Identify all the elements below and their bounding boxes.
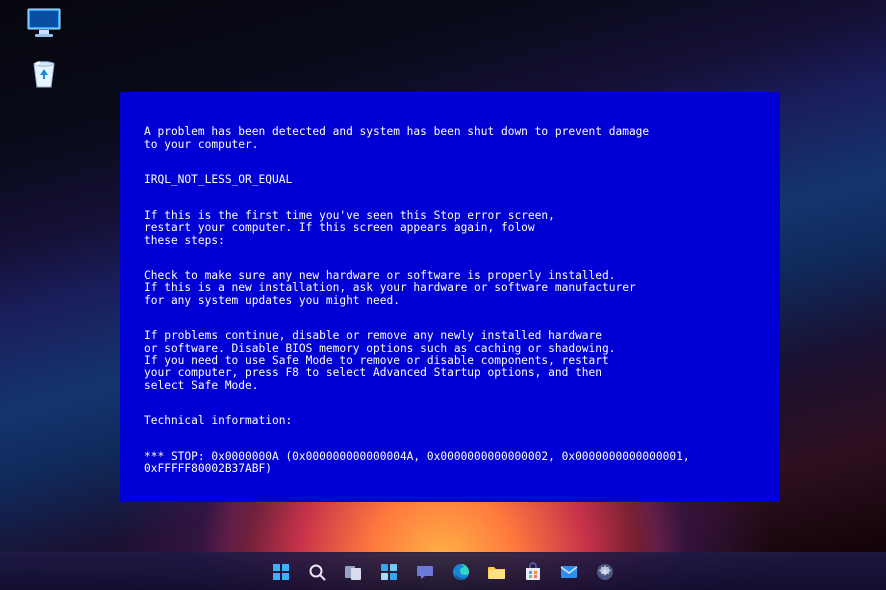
bsod-first-time-2: restart your computer. If this screen ap… (144, 221, 535, 234)
bsod-prob-3: If you need to use Safe Mode to remove o… (144, 354, 609, 367)
bsod-prob-4: your computer, press F8 to select Advanc… (144, 366, 602, 379)
windows-logo-icon (271, 562, 291, 582)
folder-icon (487, 562, 507, 582)
edge-button[interactable] (446, 557, 476, 587)
bsod-prob-5: select Safe Mode. (144, 379, 259, 392)
widgets-button[interactable] (374, 557, 404, 587)
bsod-check-1: Check to make sure any new hardware or s… (144, 269, 615, 282)
settings-button[interactable] (590, 557, 620, 587)
taskbar (0, 552, 886, 590)
bsod-prob-2: or software. Disable BIOS memory options… (144, 342, 615, 355)
desktop-icon-recycle-bin[interactable] (12, 58, 76, 88)
search-icon (307, 562, 327, 582)
desktop-icons (12, 8, 76, 88)
start-button[interactable] (266, 557, 296, 587)
bsod-check-3: for any system updates you might need. (144, 294, 400, 307)
bsod-first-time-1: If this is the first time you've seen th… (144, 209, 555, 222)
chat-button[interactable] (410, 557, 440, 587)
bsod-first-time-3: these steps: (144, 234, 225, 247)
bsod-stop-1: *** STOP: 0x0000000A (0x000000000000004A… (144, 450, 690, 463)
task-view-icon (343, 562, 363, 582)
desktop-icon-this-pc[interactable] (12, 8, 76, 38)
edge-icon (451, 562, 471, 582)
bsod-tech-header: Technical information: (144, 414, 292, 427)
search-button[interactable] (302, 557, 332, 587)
chat-icon (415, 562, 435, 582)
widgets-icon (379, 562, 399, 582)
mail-button[interactable] (554, 557, 584, 587)
store-icon (523, 562, 543, 582)
bsod-prob-1: If problems continue, disable or remove … (144, 329, 602, 342)
monitor-icon (26, 8, 62, 38)
bsod-stop-2: 0xFFFFF80002B37ABF) (144, 462, 272, 475)
recycle-bin-icon (26, 58, 62, 88)
bsod-check-2: If this is a new installation, ask your … (144, 281, 636, 294)
bsod-panel: A problem has been detected and system h… (120, 92, 780, 502)
taskbar-center (266, 557, 620, 587)
file-explorer-button[interactable] (482, 557, 512, 587)
bsod-error-code: IRQL_NOT_LESS_OR_EQUAL (144, 173, 292, 186)
bsod-intro-1: A problem has been detected and system h… (144, 125, 649, 138)
mail-icon (559, 562, 579, 582)
bsod-intro-2: to your computer. (144, 138, 259, 151)
task-view-button[interactable] (338, 557, 368, 587)
store-button[interactable] (518, 557, 548, 587)
gear-icon (595, 562, 615, 582)
